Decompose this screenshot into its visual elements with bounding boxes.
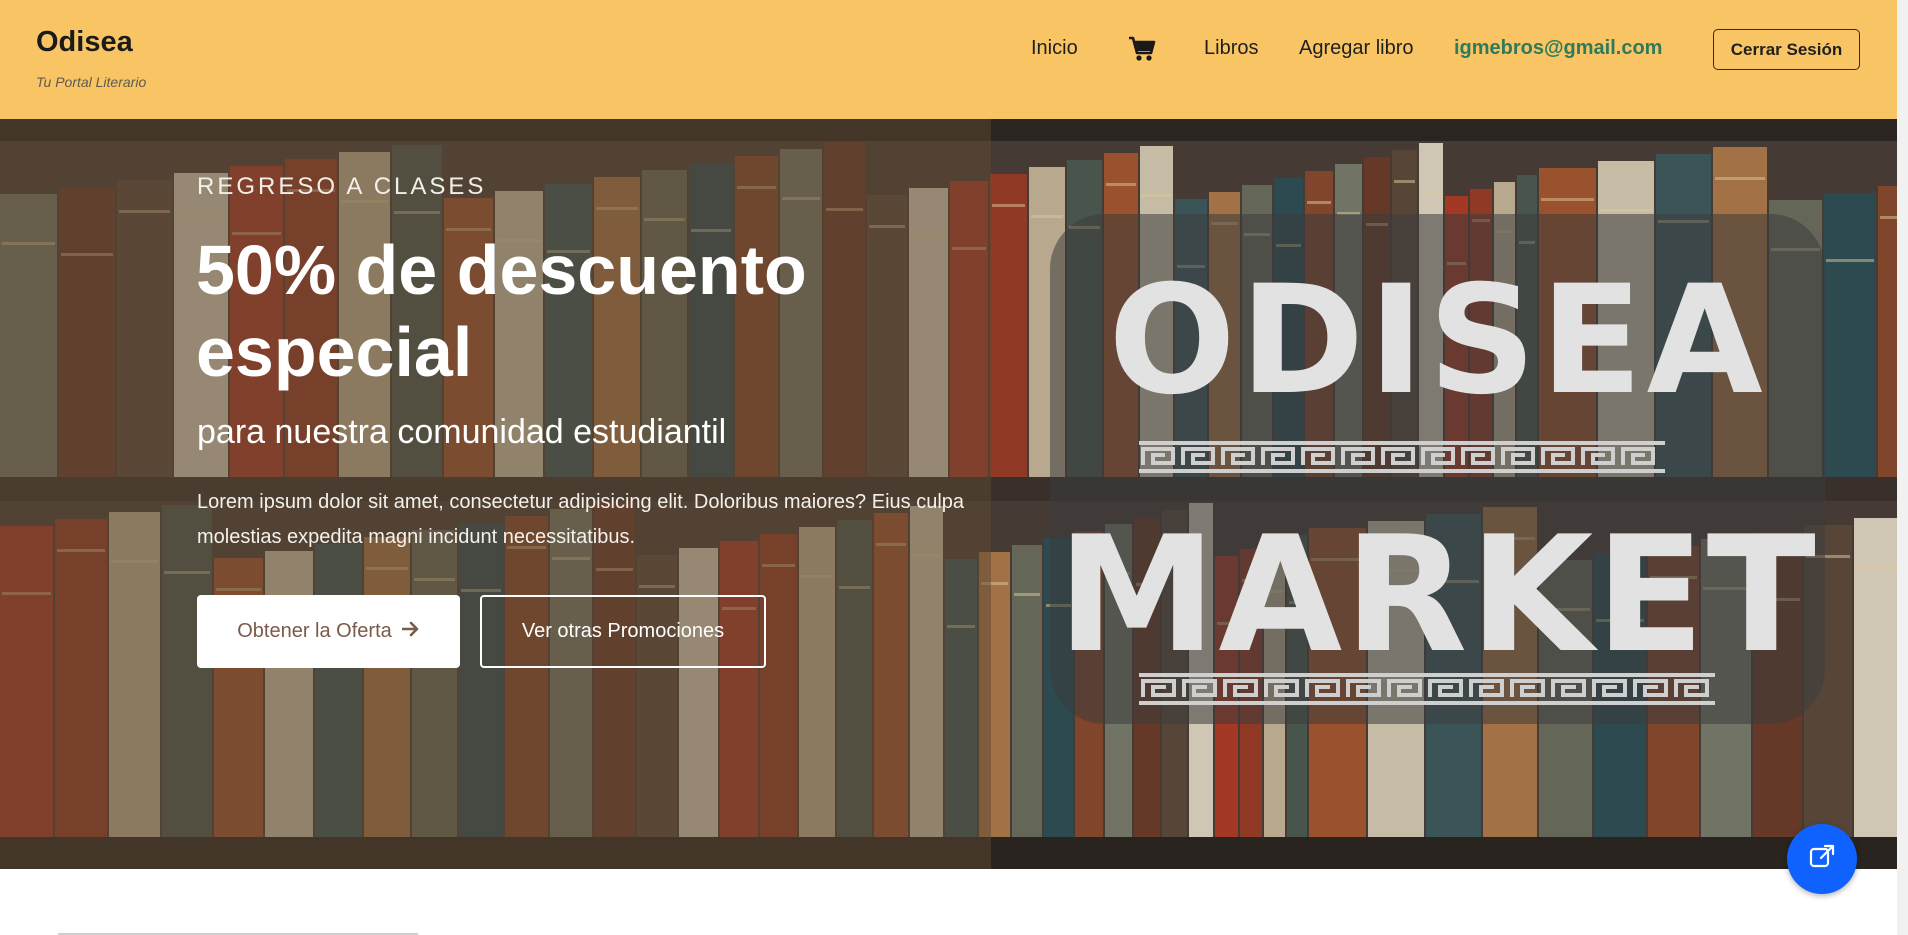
top-navbar: Odisea Tu Portal Literario Inicio Libros… [0,0,1897,119]
external-link-icon [1807,842,1837,877]
get-offer-button[interactable]: Obtener la Oferta [197,595,460,668]
external-link-fab[interactable] [1787,824,1857,894]
hero-headline: 50% de descuento especial [196,231,807,391]
other-promotions-button[interactable]: Ver otras Promociones [480,595,766,668]
nav-link-agregar-libro[interactable]: Agregar libro [1299,37,1414,60]
page-scrollbar[interactable] [1897,0,1908,935]
shopping-cart-icon[interactable] [1128,36,1156,62]
greek-key-ornament [1139,673,1715,705]
nav-link-inicio[interactable]: Inicio [1031,37,1078,60]
nav-link-libros[interactable]: Libros [1204,37,1258,60]
logo-text-odisea: ODISEA [1108,254,1767,428]
brand-title[interactable]: Odisea [36,26,133,59]
hero-eyebrow: REGRESO A CLASES [197,173,487,200]
arrow-right-icon [401,620,420,643]
hero-subheadline: para nuestra comunidad estudiantil [197,413,727,451]
get-offer-label: Obtener la Oferta [237,620,392,642]
user-email-link[interactable]: igmebros@gmail.com [1454,37,1662,60]
logo-text-market: MARKET [1057,501,1818,688]
greek-key-ornament [1139,441,1665,473]
brand-subtitle: Tu Portal Literario [36,74,147,90]
hero-lead-text: Lorem ipsum dolor sit amet, consectetur … [197,491,965,548]
logout-button[interactable]: Cerrar Sesión [1713,29,1860,70]
hero-banner: REGRESO A CLASES 50% de descuento especi… [0,119,1897,869]
